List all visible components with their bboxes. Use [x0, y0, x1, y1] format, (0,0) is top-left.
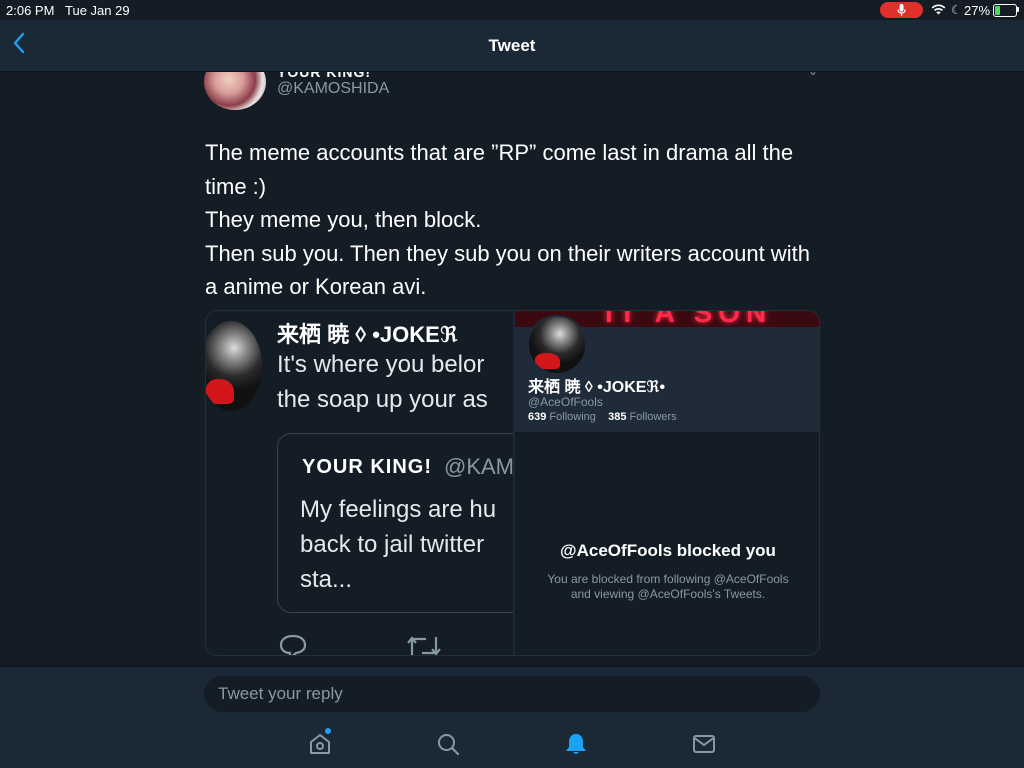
reply-icon [279, 634, 307, 655]
quote-author-name: YOUR KING! [302, 456, 432, 478]
tweet-media[interactable]: 来栖 暁 ◊ •JOKEℜ It's where you belor the s… [205, 310, 820, 656]
home-icon [310, 734, 330, 754]
tweet-text-line: a anime or Korean avi. [205, 274, 427, 299]
avatar [206, 321, 262, 411]
recording-indicator[interactable] [880, 2, 923, 18]
tab-search[interactable] [435, 731, 461, 757]
tweet-detail[interactable]: YOUR KING! @KAMOSHIDA ⌄ The meme account… [0, 72, 1024, 666]
author-name[interactable]: YOUR KING! [277, 72, 371, 80]
followers-count: 385 [608, 411, 627, 423]
status-time: 2:06 PM [6, 3, 55, 18]
profile-stats: 639 Following 385 Followers [528, 411, 677, 423]
tab-notifications[interactable] [563, 731, 589, 757]
quote-text: My feelings are hu [300, 496, 497, 523]
tab-messages[interactable] [691, 731, 717, 757]
battery-level-fill [995, 6, 1001, 15]
new-content-dot [325, 728, 331, 734]
status-bar: 2:06 PM Tue Jan 29 ☾ 27% [0, 0, 1024, 20]
quote-card: YOUR KING! @KAM My feelings are hu back … [277, 433, 513, 613]
banner-text: IT A SON [605, 311, 773, 327]
following-count: 639 [528, 411, 547, 423]
tab-home[interactable] [307, 731, 333, 757]
page-title: Tweet [488, 36, 536, 55]
author-avatar[interactable] [204, 72, 266, 110]
following-label: Following [549, 411, 596, 423]
moon-icon: ☾ [951, 3, 962, 17]
nav-bar: Tweet [0, 20, 1024, 72]
quote-text: sta... [300, 566, 353, 593]
tweet-text: The meme accounts that are ”RP” come las… [205, 136, 825, 304]
author-handle[interactable]: @KAMOSHIDA [277, 80, 389, 98]
messages-icon [693, 735, 715, 753]
profile-header: 来栖 暁 ◊ •JOKEℜ• @AceOfFools 639 Following… [515, 315, 819, 432]
battery-charging-icon [993, 4, 1017, 17]
tab-bar [0, 721, 1024, 768]
battery-percent: 27% [964, 3, 991, 18]
tweet-text-line: They meme you, then block. [205, 207, 482, 232]
media-image-left[interactable]: 来栖 暁 ◊ •JOKEℜ It's where you belor the s… [206, 311, 513, 655]
back-button[interactable] [12, 32, 36, 58]
tweet-text-line: time :) [205, 173, 267, 199]
blocked-title: @AceOfFools blocked you [560, 541, 776, 560]
status-date: Tue Jan 29 [65, 3, 130, 18]
battery-tip [1017, 7, 1019, 12]
notifications-icon [566, 734, 586, 754]
blocked-description: You are blocked from following @AceOfFoo… [547, 572, 789, 601]
tweet-text-line: The meme accounts that are ”RP” come las… [205, 140, 794, 165]
media-image-right[interactable]: IT A SON 来栖 暁 ◊ •JOKEℜ• @AceOfFools 639 … [515, 311, 819, 655]
reply-input[interactable] [204, 676, 820, 712]
profile-handle: @AceOfFools [528, 395, 603, 409]
followers-label: Followers [629, 411, 677, 423]
quote-author-handle: @KAM [444, 454, 513, 479]
retweet-icon [407, 636, 441, 655]
reply-bar [0, 666, 1024, 722]
embedded-text: the soap up your as [277, 386, 488, 413]
chevron-left-icon [13, 32, 25, 54]
embedded-author-name: 来栖 暁 ◊ •JOKEℜ [277, 322, 458, 347]
profile-name: 来栖 暁 ◊ •JOKEℜ• [528, 379, 666, 396]
wifi-icon [931, 4, 946, 15]
search-icon [438, 734, 460, 756]
tweet-text-line: Then sub you. Then they sub you on their… [205, 240, 810, 266]
quote-text: back to jail twitter [300, 531, 485, 558]
avatar [527, 315, 587, 375]
microphone-icon [897, 4, 906, 16]
chevron-down-icon[interactable]: ⌄ [808, 72, 818, 78]
embedded-text: It's where you belor [277, 351, 485, 378]
